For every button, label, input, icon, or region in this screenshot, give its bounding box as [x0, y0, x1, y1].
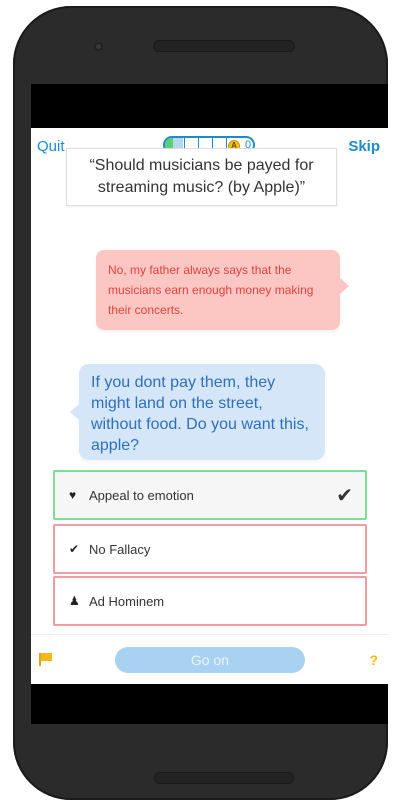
apple-speech-bubble: If you dont pay them, they might land on… [70, 364, 325, 460]
front-camera [94, 42, 103, 51]
option-no-fallacy[interactable]: ✔ No Fallacy [53, 524, 367, 574]
check-icon: ✔ [69, 542, 80, 556]
help-icon[interactable]: ? [369, 652, 378, 668]
go-on-button[interactable]: Go on [115, 647, 305, 673]
footer-bar: Go on ? [31, 634, 388, 684]
question-card: “Should musicians be payed for streaming… [66, 148, 337, 206]
option-ad-hominem[interactable]: ♟ Ad Hominem [53, 576, 367, 626]
option-label: Ad Hominem [89, 593, 165, 609]
option-label: Appeal to emotion [89, 487, 194, 503]
option-appeal-to-emotion[interactable]: ♥ Appeal to emotion ✔ [53, 470, 367, 520]
quiz-app: Quit A 0 Skip “Should musicians be payed… [31, 128, 388, 684]
checkmark-icon: ✔ [336, 485, 353, 507]
phone-screen: Quit A 0 Skip “Should musicians be payed… [31, 84, 388, 724]
bottom-speaker [154, 772, 294, 784]
person-icon: ♟ [69, 594, 80, 608]
skip-button[interactable]: Skip [348, 138, 380, 155]
heart-icon: ♥ [69, 488, 77, 502]
status-bar [31, 84, 388, 128]
quit-button[interactable]: Quit [37, 138, 65, 155]
opponent-speech-bubble: No, my father always says that the music… [96, 250, 349, 330]
flag-icon[interactable] [39, 653, 52, 666]
option-label: No Fallacy [89, 541, 151, 557]
earpiece-speaker [153, 40, 295, 52]
navigation-bar [31, 684, 388, 724]
